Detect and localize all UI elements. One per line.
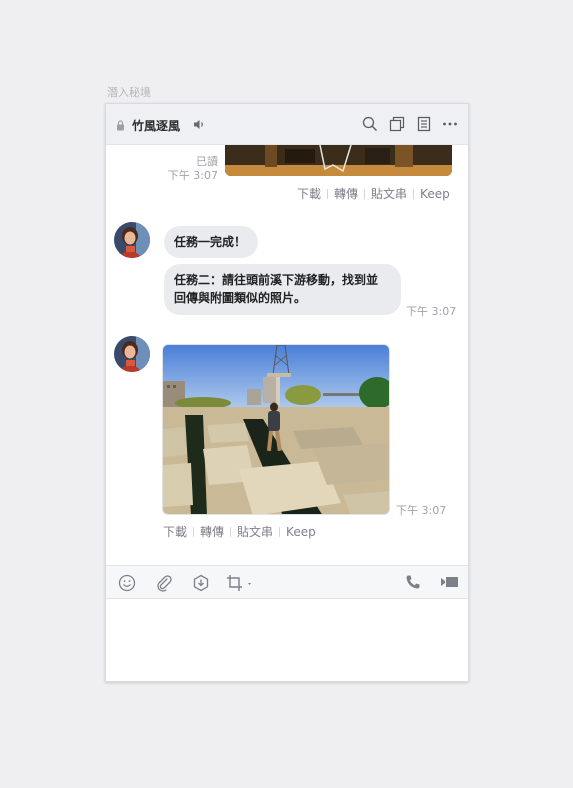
video-icon[interactable]	[440, 574, 460, 590]
forward-action[interactable]: 轉傳	[200, 523, 224, 540]
window-caption: 潛入秘境	[107, 86, 151, 99]
message-list[interactable]: 已讀 下午 3:07 下載 轉傳 貼文串 Keep 任務一完成！ 任務二：請往頭…	[106, 145, 468, 565]
keep-action[interactable]: Keep	[286, 525, 316, 539]
forward-action[interactable]: 轉傳	[334, 185, 358, 202]
download-icon[interactable]	[192, 574, 210, 592]
chat-title[interactable]: 竹風逐風	[132, 117, 180, 134]
post-action[interactable]: 貼文串	[371, 185, 407, 202]
shared-photo[interactable]	[162, 344, 390, 515]
download-action[interactable]: 下載	[297, 185, 321, 202]
message-time: 下午 3:07	[167, 169, 218, 182]
call-icon[interactable]	[405, 574, 421, 590]
divider	[193, 526, 195, 537]
emoji-icon[interactable]	[118, 574, 136, 592]
chat-header: 竹風逐風	[106, 104, 468, 145]
message-bubble[interactable]: 任務一完成！	[164, 226, 258, 258]
message-text: 任務一完成！	[174, 235, 247, 249]
divider	[327, 188, 329, 199]
message-input[interactable]	[106, 600, 468, 681]
notes-icon[interactable]	[416, 116, 432, 132]
crop-icon[interactable]	[226, 574, 256, 592]
chat-window: 竹風逐風 已讀 下午 3:07 下載 轉傳 貼文串 Keep 任務一完成！ 任務…	[105, 103, 469, 682]
post-action[interactable]: 貼文串	[237, 523, 273, 540]
more-icon[interactable]	[442, 116, 458, 132]
divider	[279, 526, 281, 537]
lock-icon	[117, 120, 124, 131]
message-text: 任務二：請往頭前溪下游移動，找到並	[174, 273, 379, 287]
speaker-icon[interactable]	[193, 118, 206, 131]
avatar[interactable]	[114, 222, 150, 258]
input-toolbar	[106, 565, 468, 599]
previous-image[interactable]	[225, 145, 452, 176]
message-time: 下午 3:07	[396, 504, 447, 517]
message-time: 下午 3:07	[406, 305, 457, 318]
message-text: 回傳與附圖類似的照片。	[174, 291, 307, 305]
divider	[230, 526, 232, 537]
avatar[interactable]	[114, 336, 150, 372]
divider	[364, 188, 366, 199]
message-bubble[interactable]: 任務二：請往頭前溪下游移動，找到並 回傳與附圖類似的照片。	[164, 264, 401, 315]
download-action[interactable]: 下載	[163, 523, 187, 540]
message-actions: 下載 轉傳 貼文串 Keep	[297, 185, 450, 202]
divider	[413, 188, 415, 199]
attach-icon[interactable]	[155, 574, 173, 592]
search-icon[interactable]	[362, 116, 378, 132]
copy-icon[interactable]	[389, 116, 405, 132]
message-actions: 下載 轉傳 貼文串 Keep	[163, 523, 316, 540]
keep-action[interactable]: Keep	[420, 187, 450, 201]
